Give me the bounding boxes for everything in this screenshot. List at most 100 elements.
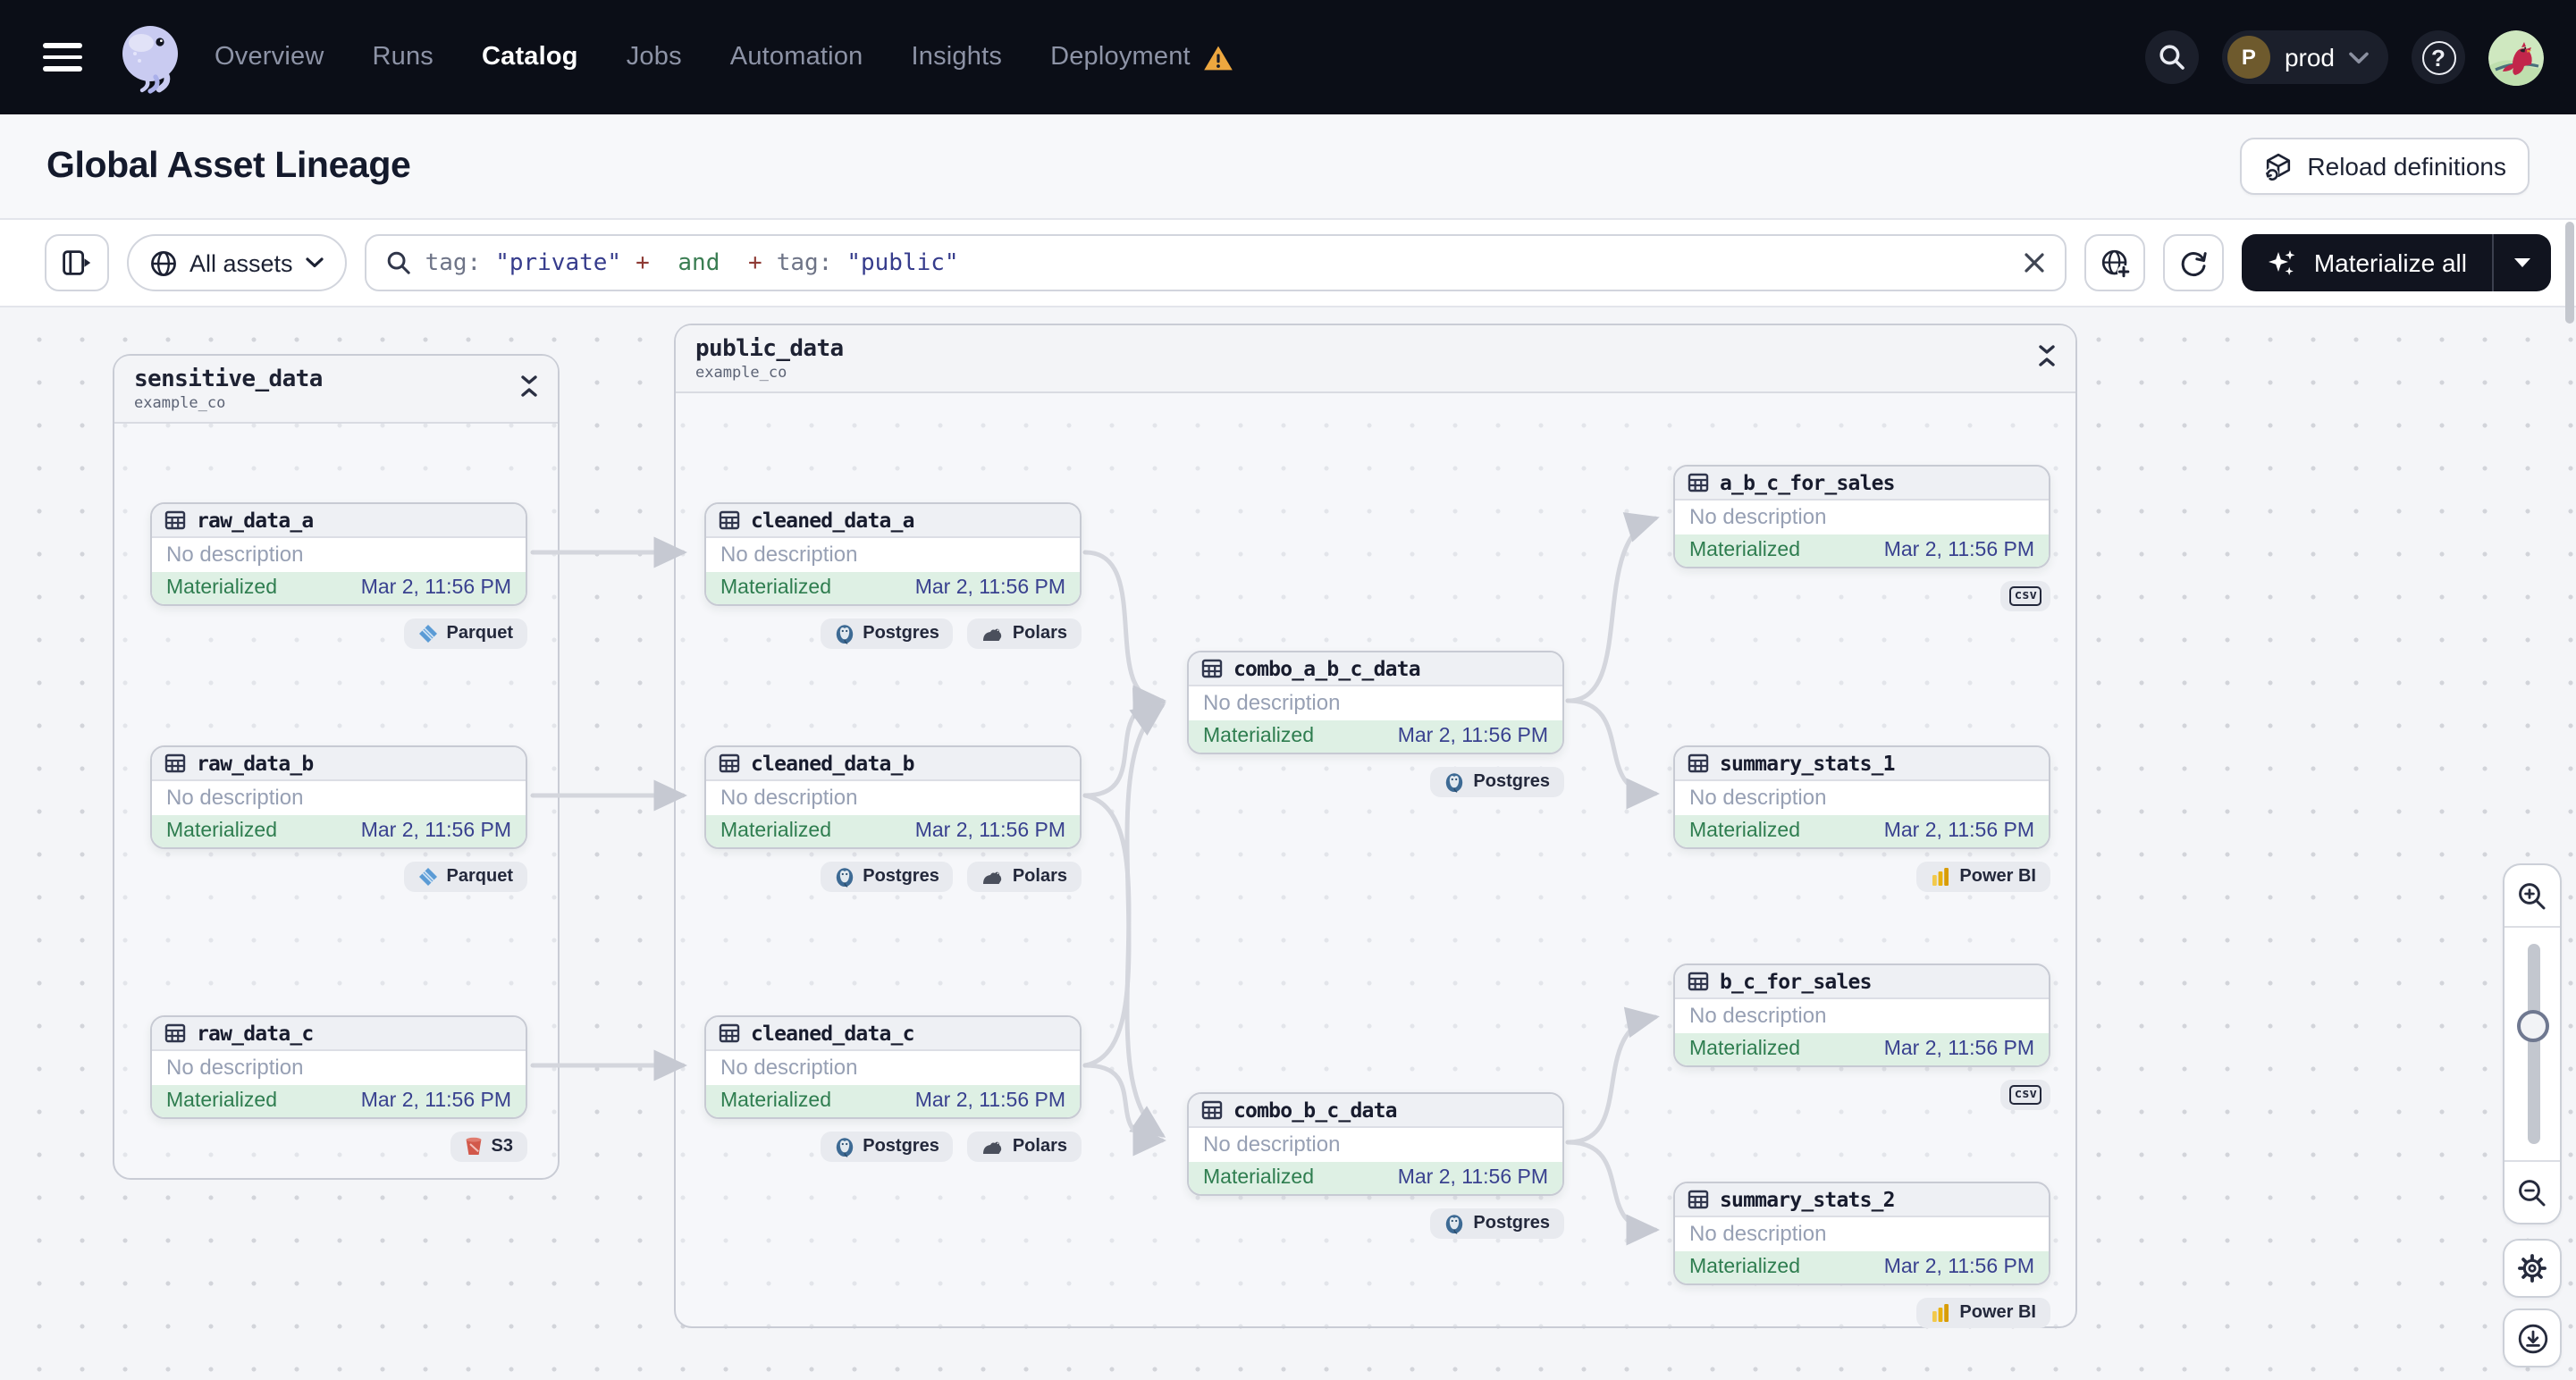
top-nav: Overview Runs Catalog Jobs Automation In… — [0, 0, 2576, 114]
asset-status: Materialized — [720, 820, 831, 842]
postgres-icon — [1446, 1214, 1463, 1233]
parquet-icon — [418, 625, 437, 643]
zoom-controls — [2503, 863, 2562, 1224]
asset-scope-dropdown[interactable]: All assets — [127, 234, 347, 291]
nav-item-label: Runs — [372, 43, 434, 72]
nav-item-deployment[interactable]: Deployment — [1050, 43, 1233, 72]
asset-node-cleaned-data-b[interactable]: cleaned_data_b No description Materializ… — [704, 745, 1082, 849]
kind-badge-label: Polars — [1012, 1137, 1067, 1157]
kind-badge-parquet[interactable]: Parquet — [403, 618, 527, 649]
kind-badge-powerbi[interactable]: Power BI — [1916, 1298, 2050, 1328]
collapse-group-icon[interactable] — [2038, 343, 2056, 375]
zoom-in-button[interactable] — [2504, 865, 2560, 926]
kind-badge-s3[interactable]: S3 — [450, 1132, 527, 1162]
asset-node-combo-a-b-c-data[interactable]: combo_a_b_c_data No description Material… — [1187, 651, 1564, 754]
asset-badges: Parquet — [150, 618, 527, 649]
kind-badge-powerbi[interactable]: Power BI — [1916, 862, 2050, 892]
kind-badge-postgres[interactable]: Postgres — [820, 1132, 954, 1162]
asset-node-raw-data-b[interactable]: raw_data_b No description Materialized Ma… — [150, 745, 527, 849]
asset-description: No description — [166, 785, 304, 811]
help-button[interactable]: ? — [2412, 30, 2465, 84]
table-icon — [1688, 473, 1709, 492]
asset-node-raw-data-c[interactable]: raw_data_c No description Materialized Ma… — [150, 1015, 527, 1119]
asset-name: combo_b_c_data — [1233, 1098, 1397, 1123]
table-icon — [719, 753, 740, 773]
kind-badge-polars[interactable]: Polars — [967, 1132, 1082, 1162]
clear-query-button[interactable] — [2025, 252, 2046, 273]
kind-badge-postgres[interactable]: Postgres — [820, 862, 954, 892]
kind-badge-postgres[interactable]: Postgres — [1430, 1208, 1564, 1239]
kind-badge-parquet[interactable]: Parquet — [403, 862, 527, 892]
lineage-toolbar: All assets tag: "private" + and + tag: "publ… — [0, 220, 2576, 307]
search-button[interactable] — [2144, 30, 2199, 84]
kind-badge-label: Postgres — [863, 1137, 939, 1157]
nav-item-catalog[interactable]: Catalog — [482, 43, 578, 72]
environment-name: prod — [2284, 43, 2335, 72]
zoom-slider[interactable] — [2504, 926, 2560, 1162]
kind-badge-label: Parquet — [446, 867, 513, 887]
asset-description: No description — [166, 542, 304, 568]
asset-status: Materialized — [166, 1090, 277, 1112]
menu-icon[interactable] — [43, 43, 82, 72]
asset-materialized-time: Mar 2, 11:56 PM — [360, 1090, 511, 1112]
lineage-canvas[interactable]: sensitive_data example_co public_data ex… — [0, 307, 2576, 1380]
asset-badges: Power BI — [1673, 1298, 2050, 1328]
graph-settings-button[interactable] — [2503, 1239, 2562, 1298]
polars-icon — [983, 627, 1003, 640]
asset-node-summary-stats-1[interactable]: summary_stats_1 No description Materiali… — [1673, 745, 2050, 849]
group-header[interactable]: public_data example_co — [676, 325, 2075, 393]
asset-node-cleaned-data-a[interactable]: cleaned_data_a No description Materializ… — [704, 502, 1082, 606]
kind-badge-label: Postgres — [1473, 772, 1550, 792]
asset-node-summary-stats-2[interactable]: summary_stats_2 No description Materiali… — [1673, 1182, 2050, 1285]
asset-node-b-c-for-sales[interactable]: b_c_for_sales No description Materialize… — [1673, 963, 2050, 1067]
nav-item-overview[interactable]: Overview — [215, 43, 324, 72]
kind-badge-polars[interactable]: Polars — [967, 618, 1082, 649]
asset-node-combo-b-c-data[interactable]: combo_b_c_data No description Materializ… — [1187, 1092, 1564, 1196]
nav-item-label: Insights — [911, 43, 1003, 72]
asset-node-cleaned-data-c[interactable]: cleaned_data_c No description Materializ… — [704, 1015, 1082, 1119]
search-icon — [387, 251, 410, 274]
asset-name: raw_data_c — [197, 1021, 314, 1046]
asset-materialized-time: Mar 2, 11:56 PM — [1883, 539, 2034, 561]
kind-badge-csv[interactable]: csv — [2000, 1080, 2050, 1110]
table-icon — [1201, 1100, 1223, 1120]
kind-badge-postgres[interactable]: Postgres — [820, 618, 954, 649]
nav-item-jobs[interactable]: Jobs — [627, 43, 682, 72]
toggle-sidebar-button[interactable] — [45, 234, 109, 291]
asset-description: No description — [720, 785, 858, 811]
asset-description: No description — [1689, 504, 1827, 530]
zoom-slider-track[interactable] — [2527, 944, 2539, 1144]
asset-node-raw-data-a[interactable]: raw_data_a No description Materialized Ma… — [150, 502, 527, 606]
zoom-in-icon — [2519, 882, 2546, 909]
reload-definitions-button[interactable]: Reload definitions — [2239, 138, 2530, 195]
group-repo: example_co — [134, 395, 226, 413]
zoom-slider-handle[interactable] — [2516, 1010, 2548, 1042]
asset-description: No description — [166, 1055, 304, 1081]
collapse-group-icon[interactable] — [520, 374, 538, 406]
download-graph-button[interactable] — [2503, 1308, 2562, 1367]
environment-switcher[interactable]: P prod — [2221, 30, 2388, 84]
view-full-graph-button[interactable] — [2084, 234, 2146, 291]
postgres-icon — [836, 1137, 853, 1157]
refresh-button[interactable] — [2163, 234, 2225, 291]
reload-cube-icon — [2265, 152, 2290, 180]
materialize-all-button[interactable]: Materialize all — [2242, 234, 2551, 291]
asset-materialized-time: Mar 2, 11:56 PM — [360, 820, 511, 842]
user-avatar[interactable] — [2488, 29, 2544, 85]
materialize-all-label: Materialize all — [2313, 248, 2467, 277]
group-header[interactable]: sensitive_data example_co — [114, 356, 558, 424]
asset-status: Materialized — [1689, 820, 1800, 842]
lineage-query-input[interactable]: tag: "private" + and + tag: "public" — [364, 234, 2067, 291]
kind-badge-polars[interactable]: Polars — [967, 862, 1082, 892]
nav-item-runs[interactable]: Runs — [372, 43, 434, 72]
asset-node-a-b-c-for-sales[interactable]: a_b_c_for_sales No description Materiali… — [1673, 465, 2050, 568]
kind-badge-postgres[interactable]: Postgres — [1430, 767, 1564, 797]
nav-item-insights[interactable]: Insights — [912, 43, 1003, 72]
dagster-logo-icon[interactable] — [111, 18, 189, 97]
zoom-out-button[interactable] — [2504, 1162, 2560, 1223]
materialize-options-button[interactable] — [2492, 234, 2551, 291]
nav-item-automation[interactable]: Automation — [730, 43, 863, 72]
sparkles-icon — [2269, 249, 2296, 274]
page-scrollbar[interactable] — [2564, 222, 2573, 324]
kind-badge-csv[interactable]: csv — [2000, 581, 2050, 611]
